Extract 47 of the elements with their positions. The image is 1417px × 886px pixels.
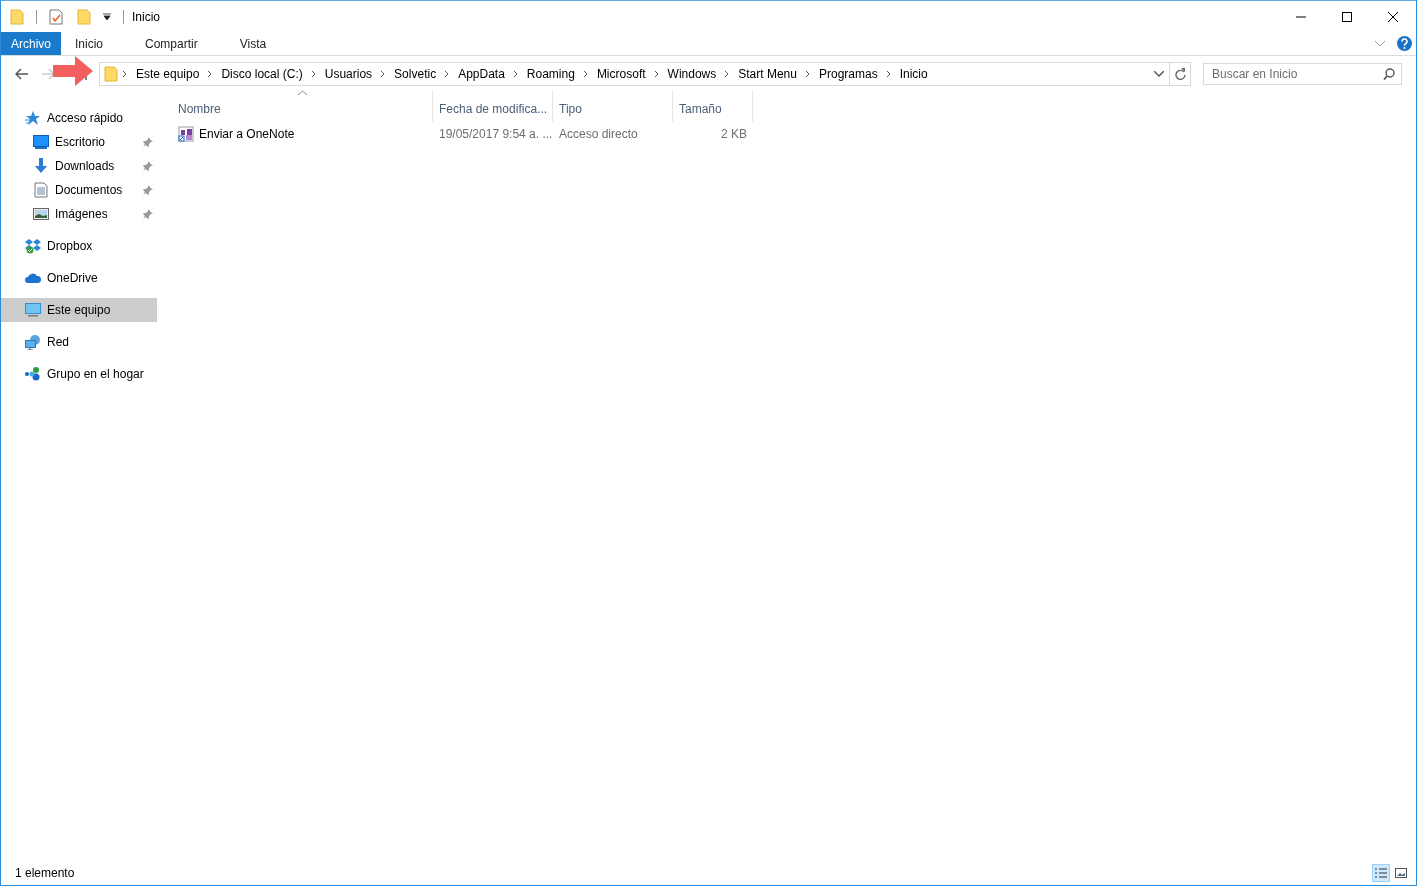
ribbon-tab[interactable]: Compartir xyxy=(131,32,212,55)
column-header[interactable]: Fecha de modifica... xyxy=(433,90,553,122)
breadcrumb[interactable]: Disco local (C:) xyxy=(217,67,307,81)
breadcrumb[interactable]: Solvetic xyxy=(390,67,441,81)
sidebar-item[interactable]: Dropbox xyxy=(1,234,157,258)
address-bar[interactable]: Este equipo Disco local (C:) Usuarios Solvetic AppData Roaming Microsoft Windows Start Menu Programas Inicio xyxy=(99,62,1191,86)
sidebar-item[interactable]: Escritorio xyxy=(1,130,157,154)
sidebar-label: Red xyxy=(47,335,69,349)
breadcrumb[interactable]: Inicio xyxy=(895,67,932,81)
ribbon-tab[interactable]: Vista xyxy=(225,32,281,55)
column-header[interactable]: Nombre xyxy=(172,90,433,122)
breadcrumb[interactable]: Roaming xyxy=(522,67,579,81)
sidebar-label: Imágenes xyxy=(55,207,108,221)
window-title: Inicio xyxy=(132,9,160,24)
breadcrumb[interactable]: Este equipo xyxy=(132,67,204,81)
sidebar-label: Documentos xyxy=(55,183,123,197)
search-field[interactable]: Buscar en Inicio xyxy=(1203,63,1402,85)
table-cell-text: 2 KB xyxy=(720,126,748,143)
sidebar-item[interactable]: Este equipo xyxy=(1,298,157,322)
status-text: 1 elemento xyxy=(15,866,75,880)
sidebar-item[interactable]: Downloads xyxy=(1,154,157,178)
file-name-cell[interactable]: Enviar a OneNote xyxy=(172,122,433,146)
sidebar-item[interactable]: Imágenes xyxy=(1,202,157,226)
sidebar-item[interactable]: Documentos xyxy=(1,178,157,202)
sidebar-label: Dropbox xyxy=(47,239,93,253)
ribbon-tab[interactable]: Inicio xyxy=(61,32,118,55)
sidebar-item[interactable]: Grupo en el hogar xyxy=(1,362,157,386)
sidebar-label: Downloads xyxy=(55,159,115,173)
table-cell-text: Acceso directo xyxy=(558,126,639,143)
breadcrumb[interactable]: AppData xyxy=(454,67,509,81)
sidebar-item[interactable]: OneDrive xyxy=(1,266,157,290)
sidebar-label: Escritorio xyxy=(55,135,105,149)
breadcrumb[interactable]: Start Menu xyxy=(734,67,801,81)
breadcrumb[interactable]: Windows xyxy=(663,67,721,81)
column-header[interactable]: Tamaño xyxy=(673,90,753,122)
sidebar-item[interactable]: Red xyxy=(1,330,157,354)
table-cell-text: 19/05/2017 9:54 a. ... xyxy=(438,126,553,143)
sidebar-label: Este equipo xyxy=(47,303,111,317)
sidebar-label: Grupo en el hogar xyxy=(47,367,144,381)
breadcrumb[interactable]: Programas xyxy=(814,67,882,81)
file-menu-tab[interactable]: Archivo xyxy=(1,32,61,55)
column-header[interactable]: Tipo xyxy=(553,90,673,122)
sidebar-label: OneDrive xyxy=(47,271,98,285)
sidebar-label: Acceso rápido xyxy=(47,111,124,125)
breadcrumb[interactable]: Microsoft xyxy=(592,67,650,81)
breadcrumb[interactable]: Usuarios xyxy=(320,67,377,81)
sidebar-item[interactable]: Acceso rápido xyxy=(1,106,157,130)
